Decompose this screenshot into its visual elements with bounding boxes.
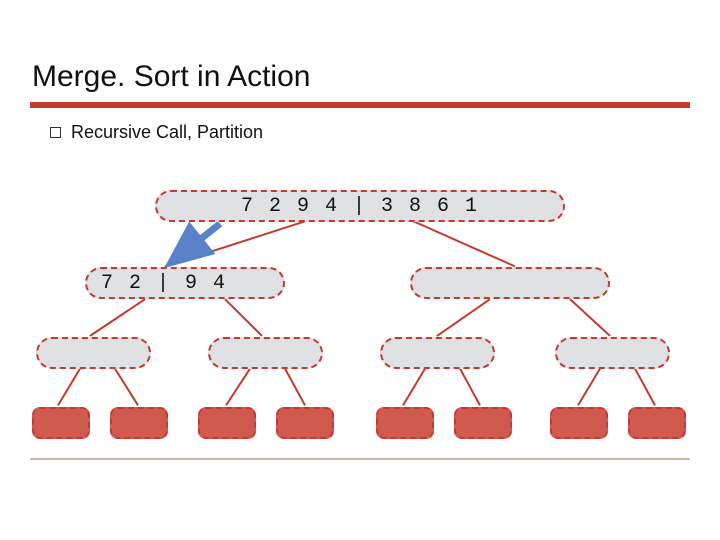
- node-root: 7 2 9 4 | 3 8 6 1: [155, 190, 565, 222]
- node-l1-left-label: 7 2 | 9 4: [101, 272, 227, 295]
- leaf-3: [276, 407, 334, 439]
- node-l2-1: [208, 337, 323, 369]
- leaf-1: [110, 407, 168, 439]
- bullet-text: Recursive Call, Partition: [71, 122, 263, 143]
- node-l2-2: [380, 337, 495, 369]
- bullet-item: Recursive Call, Partition: [50, 122, 720, 143]
- node-l2-3: [555, 337, 670, 369]
- title-underline: [30, 102, 690, 108]
- leaf-6: [550, 407, 608, 439]
- node-root-label: 7 2 9 4 | 3 8 6 1: [241, 195, 479, 218]
- leaf-2: [198, 407, 256, 439]
- node-l1-right: [410, 267, 610, 299]
- square-bullet-icon: [50, 127, 61, 138]
- leaf-4: [376, 407, 434, 439]
- page-title: Merge. Sort in Action: [0, 0, 720, 102]
- leaf-0: [32, 407, 90, 439]
- diagram-stage: 7 2 9 4 | 3 8 6 1 7 2 | 9 4: [30, 182, 690, 460]
- leaf-5: [454, 407, 512, 439]
- leaf-7: [628, 407, 686, 439]
- node-l2-0: [36, 337, 151, 369]
- node-l1-left: 7 2 | 9 4: [85, 267, 285, 299]
